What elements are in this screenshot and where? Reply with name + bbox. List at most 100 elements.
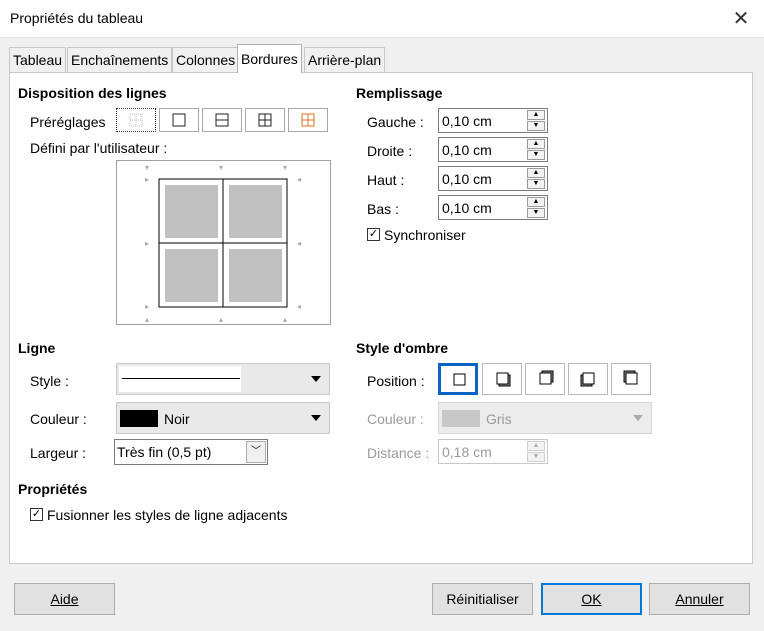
svg-text:◂: ◂ — [297, 175, 301, 184]
border-outer-icon — [172, 113, 186, 127]
increment-icon[interactable]: ▲ — [527, 441, 545, 451]
line-style-dropdown[interactable] — [116, 363, 330, 395]
svg-text:▾: ▾ — [219, 163, 223, 172]
increment-icon[interactable]: ▲ — [527, 110, 545, 120]
shadow-none-icon — [453, 373, 466, 386]
tab-bordures[interactable]: Bordures — [237, 44, 302, 73]
tab-colonnes[interactable]: Colonnes — [172, 47, 240, 72]
preset-outer-horizontal-button[interactable] — [202, 108, 242, 132]
merge-adjacent-label: Fusionner les styles de ligne adjacents — [47, 507, 288, 523]
properties-heading: Propriétés — [18, 481, 88, 497]
line-color-dropdown[interactable]: Noir — [116, 402, 330, 434]
line-style-preview — [119, 366, 241, 392]
line-arrangement-heading: Disposition des lignes — [18, 85, 167, 101]
cancel-button[interactable]: Annuler — [649, 583, 750, 615]
preset-all-borders-button[interactable] — [245, 108, 285, 132]
line-width-value: Très fin (0,5 pt) — [117, 444, 212, 460]
shadow-heading: Style d'ombre — [356, 340, 449, 356]
padding-left-label: Gauche : — [367, 114, 424, 130]
tab-label: Bordures — [241, 51, 298, 67]
color-swatch — [442, 410, 480, 427]
padding-top-label: Haut : — [367, 172, 405, 188]
shadow-top-left-icon — [623, 370, 638, 385]
increment-icon[interactable]: ▲ — [527, 168, 545, 178]
padding-top-value: 0,10 cm — [442, 171, 492, 187]
chevron-down-icon — [633, 415, 643, 421]
shadow-color-dropdown[interactable]: Gris — [438, 402, 652, 434]
preset-outer-inner-button[interactable] — [288, 108, 328, 132]
shadow-top-left-button[interactable] — [611, 363, 651, 395]
padding-bottom-value: 0,10 cm — [442, 200, 492, 216]
increment-icon[interactable]: ▲ — [527, 197, 545, 207]
close-icon[interactable]: ✕ — [726, 6, 756, 32]
svg-text:◂: ◂ — [297, 239, 301, 248]
line-width-dropdown[interactable]: Très fin (0,5 pt) ﹀ — [114, 439, 268, 465]
shadow-distance-spinbox[interactable]: 0,18 cm ▲ ▼ — [438, 439, 548, 464]
padding-left-value: 0,10 cm — [442, 113, 492, 129]
padding-bottom-label: Bas : — [367, 201, 399, 217]
line-style-label: Style : — [30, 373, 69, 389]
border-none-icon — [129, 113, 143, 127]
ok-button[interactable]: OK — [541, 583, 642, 615]
border-preview[interactable]: ▾ ▾ ▾ ▴ ▴ ▴ ▸ ▸ ▸ ◂ ◂ ◂ — [116, 160, 331, 325]
decrement-icon[interactable]: ▼ — [527, 208, 545, 218]
help-button-label: Aide — [50, 591, 79, 607]
merge-adjacent-checkbox[interactable]: ✓ — [30, 508, 43, 521]
padding-right-label: Droite : — [367, 143, 413, 159]
border-outer-inner-icon — [301, 113, 315, 127]
svg-text:▴: ▴ — [145, 315, 149, 324]
help-button[interactable]: Aide — [14, 583, 115, 615]
shadow-position-label: Position : — [367, 373, 425, 389]
border-outer-horizontal-icon — [215, 113, 229, 127]
line-heading: Ligne — [18, 340, 56, 356]
shadow-bottom-left-icon — [580, 372, 595, 387]
shadow-bottom-right-button[interactable] — [482, 363, 522, 395]
window-title: Propriétés du tableau — [10, 10, 144, 26]
tab-tableau[interactable]: Tableau — [9, 47, 67, 72]
svg-text:▸: ▸ — [145, 175, 149, 184]
tab-label: Enchaînements — [71, 52, 169, 68]
tab-arriere-plan[interactable]: Arrière-plan — [304, 47, 386, 72]
shadow-top-right-icon — [539, 370, 554, 385]
presets-label: Préréglages — [30, 114, 106, 130]
line-color-label: Couleur : — [30, 411, 87, 427]
shadow-bottom-left-button[interactable] — [568, 363, 608, 395]
title-bar: Propriétés du tableau ✕ — [0, 0, 764, 38]
svg-text:▴: ▴ — [219, 315, 223, 324]
shadow-distance-value: 0,18 cm — [442, 444, 492, 460]
padding-right-spinbox[interactable]: 0,10 cm ▲ ▼ — [438, 137, 548, 162]
tab-label: Arrière-plan — [308, 52, 382, 68]
synchronize-checkbox[interactable]: ✓ — [367, 228, 380, 241]
svg-text:▴: ▴ — [283, 315, 287, 324]
color-swatch — [120, 410, 158, 427]
border-preview-canvas: ▾ ▾ ▾ ▴ ▴ ▴ ▸ ▸ ▸ ◂ ◂ ◂ — [145, 163, 301, 324]
preset-none-button[interactable] — [116, 108, 156, 132]
tab-enchainements[interactable]: Enchaînements — [67, 47, 173, 72]
line-color-value: Noir — [164, 411, 190, 427]
chevron-down-icon[interactable]: ﹀ — [246, 441, 266, 463]
shadow-none-button[interactable] — [438, 363, 478, 395]
shadow-color-value: Gris — [486, 411, 512, 427]
shadow-top-right-button[interactable] — [525, 363, 565, 395]
shadow-color-label: Couleur : — [367, 411, 424, 427]
decrement-icon[interactable]: ▼ — [527, 150, 545, 160]
padding-heading: Remplissage — [356, 85, 443, 101]
reset-button[interactable]: Réinitialiser — [432, 583, 533, 615]
line-sample — [122, 378, 240, 379]
padding-top-spinbox[interactable]: 0,10 cm ▲ ▼ — [438, 166, 548, 191]
svg-text:▾: ▾ — [145, 163, 149, 172]
increment-icon[interactable]: ▲ — [527, 139, 545, 149]
svg-text:▸: ▸ — [145, 302, 149, 311]
padding-bottom-spinbox[interactable]: 0,10 cm ▲ ▼ — [438, 195, 548, 220]
padding-right-value: 0,10 cm — [442, 142, 492, 158]
line-width-label: Largeur : — [30, 445, 87, 461]
chevron-down-icon — [311, 415, 321, 421]
tab-label: Colonnes — [176, 52, 236, 68]
decrement-icon[interactable]: ▼ — [527, 121, 545, 131]
svg-text:◂: ◂ — [297, 302, 301, 311]
preset-outer-button[interactable] — [159, 108, 199, 132]
decrement-icon[interactable]: ▼ — [527, 452, 545, 462]
decrement-icon[interactable]: ▼ — [527, 179, 545, 189]
padding-left-spinbox[interactable]: 0,10 cm ▲ ▼ — [438, 108, 548, 133]
shadow-distance-label: Distance : — [367, 445, 430, 461]
